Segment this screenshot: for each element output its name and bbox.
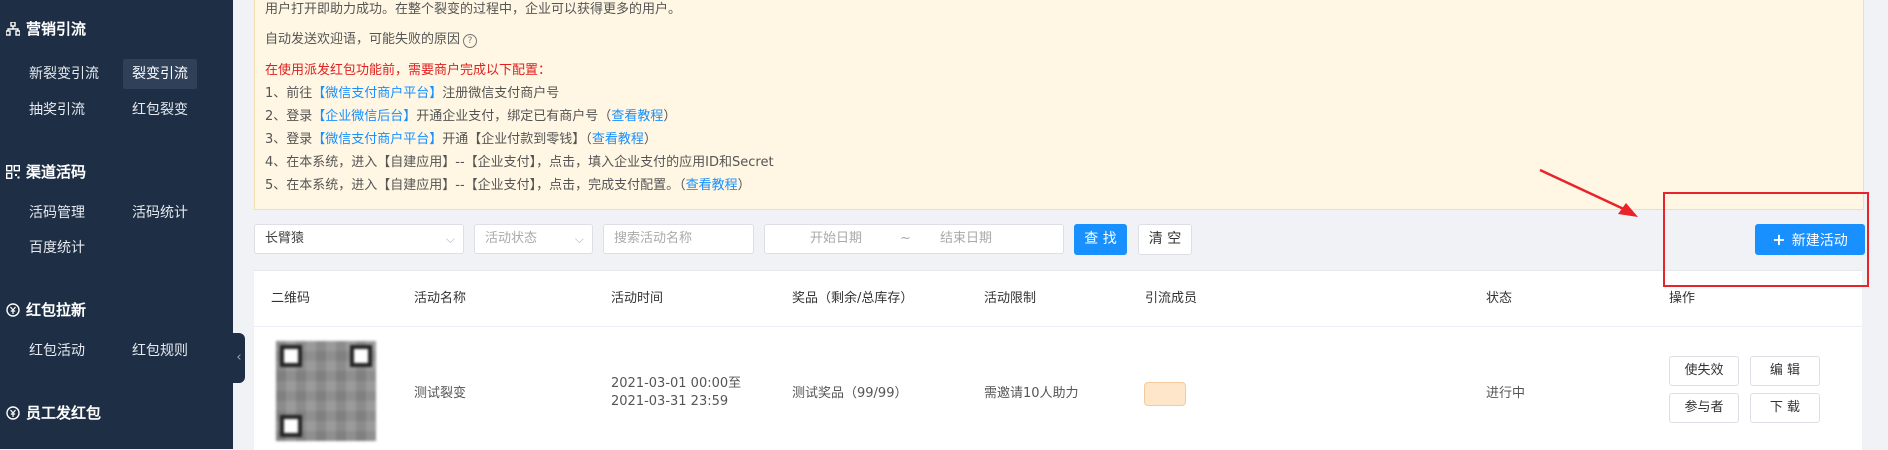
status-select[interactable]: 活动状态 ⌵ (474, 224, 593, 254)
notice-step-4: 4、在本系统，进入【自建应用】--【企业支付】，点击，填入企业支付的应用ID和S… (265, 155, 774, 170)
notice-line-2: 自动发送欢迎语，可能失败的原因? (265, 30, 478, 50)
sidebar-item-qrcode-stats[interactable]: 活码统计 (123, 198, 197, 228)
sidebar-item-redpacket-rules[interactable]: 红包规则 (123, 336, 197, 366)
section-staff-redpacket-title[interactable]: 员工发红包 (6, 402, 101, 424)
participants-button[interactable]: 参与者 (1669, 393, 1739, 423)
col-limit: 活动限制 (984, 291, 1037, 306)
activity-name: 测试裂变 (414, 386, 467, 401)
section-title-label: 渠道活码 (26, 163, 87, 181)
step-text: 注册微信支付商户号 (442, 86, 560, 101)
member-avatar-tag (1144, 382, 1186, 406)
section-marketing-title[interactable]: 营销引流 (6, 18, 86, 40)
step-text: 2、登录 (265, 109, 313, 124)
activity-table: 二维码 活动名称 活动时间 奖品（剩余/总库存） 活动限制 引流成员 状态 操作… (254, 270, 1862, 450)
chevron-down-icon: ⌵ (574, 232, 584, 246)
sidebar-item-baidu-stats[interactable]: 百度统计 (20, 233, 94, 263)
section-title-label: 营销引流 (26, 20, 87, 38)
tutorial-link[interactable]: 查看教程 (611, 109, 663, 124)
step-text: 开通企业支付，绑定已有商户号（ (416, 109, 612, 124)
activity-status: 进行中 (1486, 386, 1526, 401)
sidebar-item-new-fission[interactable]: 新裂变引流 (20, 59, 108, 89)
sidebar-item-lottery[interactable]: 抽奖引流 (20, 95, 94, 125)
coin-icon (6, 303, 20, 317)
tutorial-link[interactable]: 查看教程 (592, 132, 644, 147)
step-text: ） (737, 178, 751, 193)
sidebar-collapse-button[interactable]: ‹ (233, 333, 245, 383)
notice-step-3: 3、登录【微信支付商户平台】开通【企业付款到零钱】（查看教程） (265, 130, 657, 150)
wechat-pay-platform-link[interactable]: 【微信支付商户平台】 (312, 132, 442, 147)
step-text: 1、前往 (265, 86, 313, 101)
notice-step-5: 5、在本系统，进入【自建应用】--【企业支付】，点击，完成支付配置。（查看教程） (265, 176, 751, 196)
notice-line-1: 用户打开即助力成功。在整个裂变的过程中，企业可以获得更多的用户。 (265, 2, 682, 17)
qr-corner (280, 415, 302, 437)
activity-time-end: 2021-03-31 23:59 (611, 394, 729, 409)
activity-qrcode (276, 341, 376, 441)
step-text: ） (643, 132, 657, 147)
plus-icon: + (1772, 230, 1786, 249)
new-activity-button[interactable]: + 新建活动 (1755, 224, 1865, 255)
notice-warning: 在使用派发红包功能前，需要商户完成以下配置： (265, 63, 552, 78)
sidebar: 营销引流 新裂变引流 裂变引流 抽奖引流 红包裂变 渠道活码 活码管理 活码统计… (0, 0, 233, 449)
section-title-label: 红包拉新 (26, 301, 87, 319)
section-channel-title[interactable]: 渠道活码 (6, 161, 86, 183)
activity-time-start: 2021-03-01 00:00至 (611, 376, 742, 391)
table-header: 二维码 活动名称 活动时间 奖品（剩余/总库存） 活动限制 引流成员 状态 操作 (254, 271, 1862, 327)
section-title-label: 员工发红包 (26, 404, 102, 422)
new-activity-label: 新建活动 (1791, 233, 1848, 249)
start-date-input[interactable]: 开始日期 (810, 225, 862, 253)
col-name: 活动名称 (414, 291, 467, 306)
coin-icon (6, 406, 20, 420)
qr-corner (280, 345, 302, 367)
date-range-picker[interactable]: 开始日期 ~ 结束日期 (764, 224, 1064, 254)
question-icon[interactable]: ? (463, 34, 478, 48)
sidebar-item-redpacket-fission[interactable]: 红包裂变 (123, 95, 197, 125)
search-button[interactable]: 查 找 (1074, 224, 1127, 255)
date-range-separator: ~ (900, 231, 911, 246)
step-text: ） (663, 109, 677, 124)
end-date-input[interactable]: 结束日期 (940, 225, 992, 253)
network-icon (6, 22, 20, 36)
wechat-pay-platform-link[interactable]: 【微信支付商户平台】 (312, 86, 442, 101)
activity-limit: 需邀请10人助力 (984, 386, 1079, 401)
notice-panel: 用户打开即助力成功。在整个裂变的过程中，企业可以获得更多的用户。 自动发送欢迎语… (254, 0, 1864, 210)
wecom-admin-link[interactable]: 【企业微信后台】 (312, 109, 416, 124)
chevron-left-icon: ‹ (236, 350, 242, 365)
edit-button[interactable]: 编 辑 (1750, 356, 1820, 386)
sidebar-item-qrcode-manage[interactable]: 活码管理 (20, 198, 94, 228)
col-time: 活动时间 (611, 291, 664, 306)
sidebar-item-fission[interactable]: 裂变引流 (123, 59, 197, 89)
notice-step-1: 1、前往【微信支付商户平台】注册微信支付商户号 (265, 84, 559, 104)
chevron-down-icon: ⌵ (445, 232, 455, 246)
step-text: 5、在本系统，进入【自建应用】--【企业支付】，点击，完成支付配置。（ (265, 178, 686, 193)
qr-corner (350, 345, 372, 367)
section-redpacket-title[interactable]: 红包拉新 (6, 299, 86, 321)
main-content: 用户打开即助力成功。在整个裂变的过程中，企业可以获得更多的用户。 自动发送欢迎语… (254, 0, 1888, 450)
col-qrcode: 二维码 (271, 291, 311, 306)
tutorial-link[interactable]: 查看教程 (686, 178, 738, 193)
step-text: 3、登录 (265, 132, 313, 147)
corp-select-value: 长臂猿 (265, 231, 305, 246)
corp-select[interactable]: 长臂猿 ⌵ (254, 224, 464, 254)
step-text: 开通【企业付款到零钱】（ (442, 132, 592, 147)
status-select-placeholder: 活动状态 (485, 231, 538, 246)
col-ops: 操作 (1669, 291, 1696, 306)
notice-welcome-text: 自动发送欢迎语，可能失败的原因 (265, 32, 461, 47)
notice-step-2: 2、登录【企业微信后台】开通企业支付，绑定已有商户号（查看教程） (265, 107, 676, 127)
col-status: 状态 (1486, 291, 1513, 306)
clear-button[interactable]: 清 空 (1138, 224, 1192, 255)
search-input[interactable]: 搜索活动名称 (603, 224, 754, 254)
col-prize: 奖品（剩余/总库存） (792, 291, 914, 306)
qrcode-icon (6, 165, 20, 179)
sidebar-item-redpacket-activity[interactable]: 红包活动 (20, 336, 94, 366)
col-members: 引流成员 (1145, 291, 1198, 306)
activity-prize: 测试奖品（99/99） (792, 386, 908, 401)
invalidate-button[interactable]: 使失效 (1669, 356, 1739, 386)
download-button[interactable]: 下 载 (1750, 393, 1820, 423)
